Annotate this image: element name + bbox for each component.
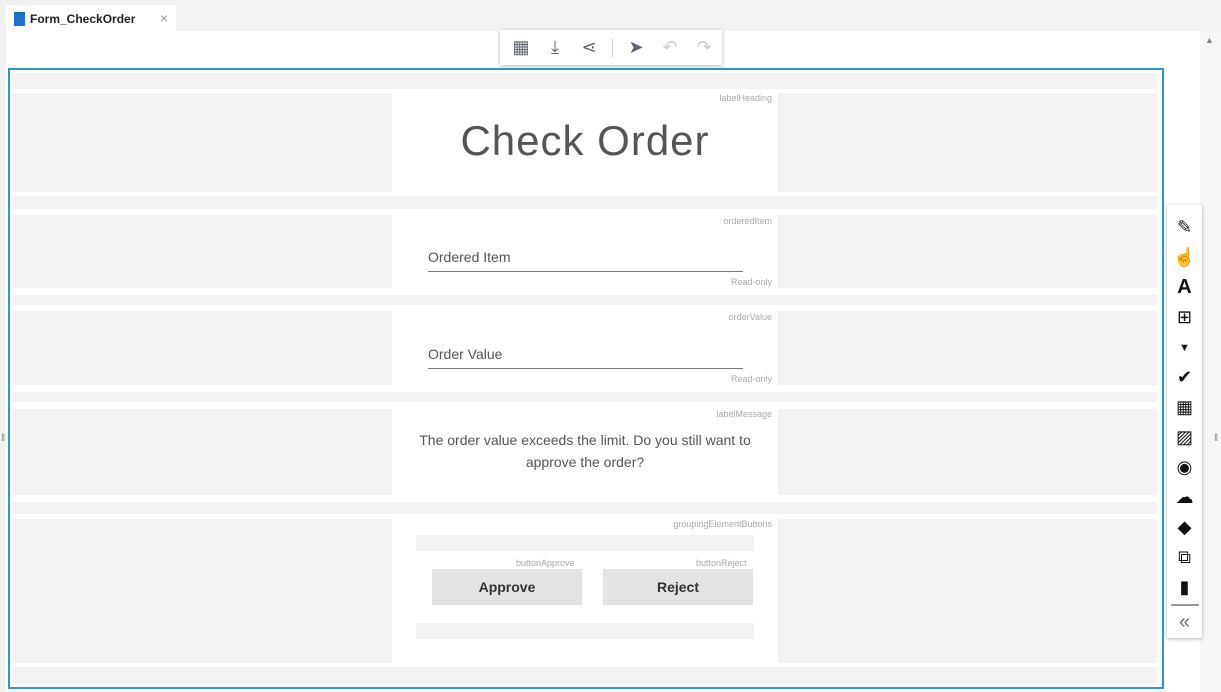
edit-icon[interactable]: ✎ bbox=[1167, 213, 1202, 243]
message-text: The order value exceeds the limit. Do yo… bbox=[419, 432, 751, 470]
reject-button[interactable]: Reject bbox=[603, 569, 753, 605]
order-value-cell[interactable]: orderValue Order Value Read-only bbox=[392, 308, 778, 389]
ordered-item-field[interactable]: Ordered Item bbox=[428, 249, 743, 272]
container-icon[interactable]: ⧉ bbox=[1167, 542, 1202, 572]
approve-button[interactable]: Approve bbox=[432, 569, 582, 605]
table-icon[interactable]: ⊞ bbox=[1167, 303, 1202, 333]
file-code-icon bbox=[14, 11, 25, 26]
download-file-icon[interactable]: ⤓ bbox=[544, 37, 566, 59]
tag-icon[interactable]: ◆ bbox=[1167, 512, 1202, 542]
collapse-icon[interactable]: « bbox=[1167, 608, 1202, 638]
cell-right bbox=[778, 215, 1157, 288]
resize-handle-right[interactable]: ‖ bbox=[1214, 433, 1218, 444]
cell-left bbox=[13, 311, 392, 385]
component-palette: ✎ ☝ A ⊞ ▼ ✔ ▦ ▨ ◉ ☁ ◆ ⧉ ▮ « bbox=[1167, 205, 1202, 638]
row-spacer bbox=[13, 502, 1157, 514]
code-file-icon[interactable]: ▮ bbox=[1167, 572, 1202, 602]
image-icon[interactable]: ▨ bbox=[1167, 422, 1202, 452]
tab-title: Form_CheckOrder bbox=[30, 11, 136, 26]
row-spacer bbox=[13, 196, 1157, 209]
element-id: buttonApprove bbox=[516, 558, 575, 568]
cloud-upload-icon[interactable]: ☁ bbox=[1167, 482, 1202, 512]
scrollbar[interactable]: ▲ bbox=[1200, 31, 1221, 692]
cell-left bbox=[13, 519, 392, 663]
tab-form-checkorder[interactable]: Form_CheckOrder × bbox=[6, 5, 176, 32]
calendar-icon[interactable]: ▦ bbox=[1167, 393, 1202, 423]
divider bbox=[612, 38, 613, 57]
navigate-icon[interactable]: ➤ bbox=[625, 37, 647, 59]
divider bbox=[1170, 603, 1199, 606]
read-only-label: Read-only bbox=[730, 277, 772, 287]
checkmark-icon[interactable]: ✔ bbox=[1167, 363, 1202, 393]
group-spacer bbox=[416, 535, 754, 551]
order-value-field[interactable]: Order Value bbox=[428, 346, 743, 369]
dropdown-icon[interactable]: ▼ bbox=[1167, 333, 1202, 363]
element-id: labelHeading bbox=[719, 93, 772, 103]
toolbar: ▦ ⤓ ⋖ ➤ ↶ ↷ bbox=[500, 30, 722, 65]
group-spacer bbox=[416, 623, 754, 639]
buttons-group-cell[interactable]: groupingElementButtons buttonApprove but… bbox=[392, 515, 778, 664]
pointer-hand-icon[interactable]: ☝ bbox=[1167, 243, 1202, 273]
cell-right bbox=[778, 311, 1157, 385]
row-spacer bbox=[13, 667, 1157, 684]
redo-icon[interactable]: ↷ bbox=[693, 37, 715, 59]
layout-grid-icon[interactable]: ▦ bbox=[510, 37, 532, 59]
cell-right bbox=[778, 409, 1157, 495]
cell-right bbox=[778, 93, 1157, 192]
row-spacer bbox=[13, 392, 1157, 402]
cell-left bbox=[13, 215, 392, 288]
element-id: groupingElementButtons bbox=[673, 519, 772, 529]
cell-right bbox=[778, 519, 1157, 663]
ordered-item-cell[interactable]: orderedItem Ordered Item Read-only bbox=[392, 212, 778, 292]
resize-handle-left[interactable]: ‖ bbox=[1, 433, 5, 444]
message-cell[interactable]: labelMessage The order value exceeds the… bbox=[392, 405, 778, 499]
element-id: orderedItem bbox=[723, 216, 772, 226]
heading-cell[interactable]: labelHeading Check Order bbox=[392, 89, 778, 193]
scroll-up-icon[interactable]: ▲ bbox=[1205, 35, 1214, 45]
read-only-label: Read-only bbox=[730, 374, 772, 384]
cell-left bbox=[13, 93, 392, 192]
row-spacer bbox=[13, 73, 1157, 89]
undo-icon[interactable]: ↶ bbox=[659, 37, 681, 59]
share-icon[interactable]: ⋖ bbox=[578, 37, 600, 59]
radio-icon[interactable]: ◉ bbox=[1167, 452, 1202, 482]
cell-left bbox=[13, 409, 392, 495]
row-spacer bbox=[13, 295, 1157, 305]
element-id: buttonReject bbox=[696, 558, 747, 568]
text-icon[interactable]: A bbox=[1167, 273, 1202, 303]
element-id: orderValue bbox=[728, 312, 772, 322]
close-icon[interactable]: × bbox=[160, 10, 168, 26]
page-title: Check Order bbox=[460, 117, 710, 164]
element-id: labelMessage bbox=[716, 409, 772, 419]
